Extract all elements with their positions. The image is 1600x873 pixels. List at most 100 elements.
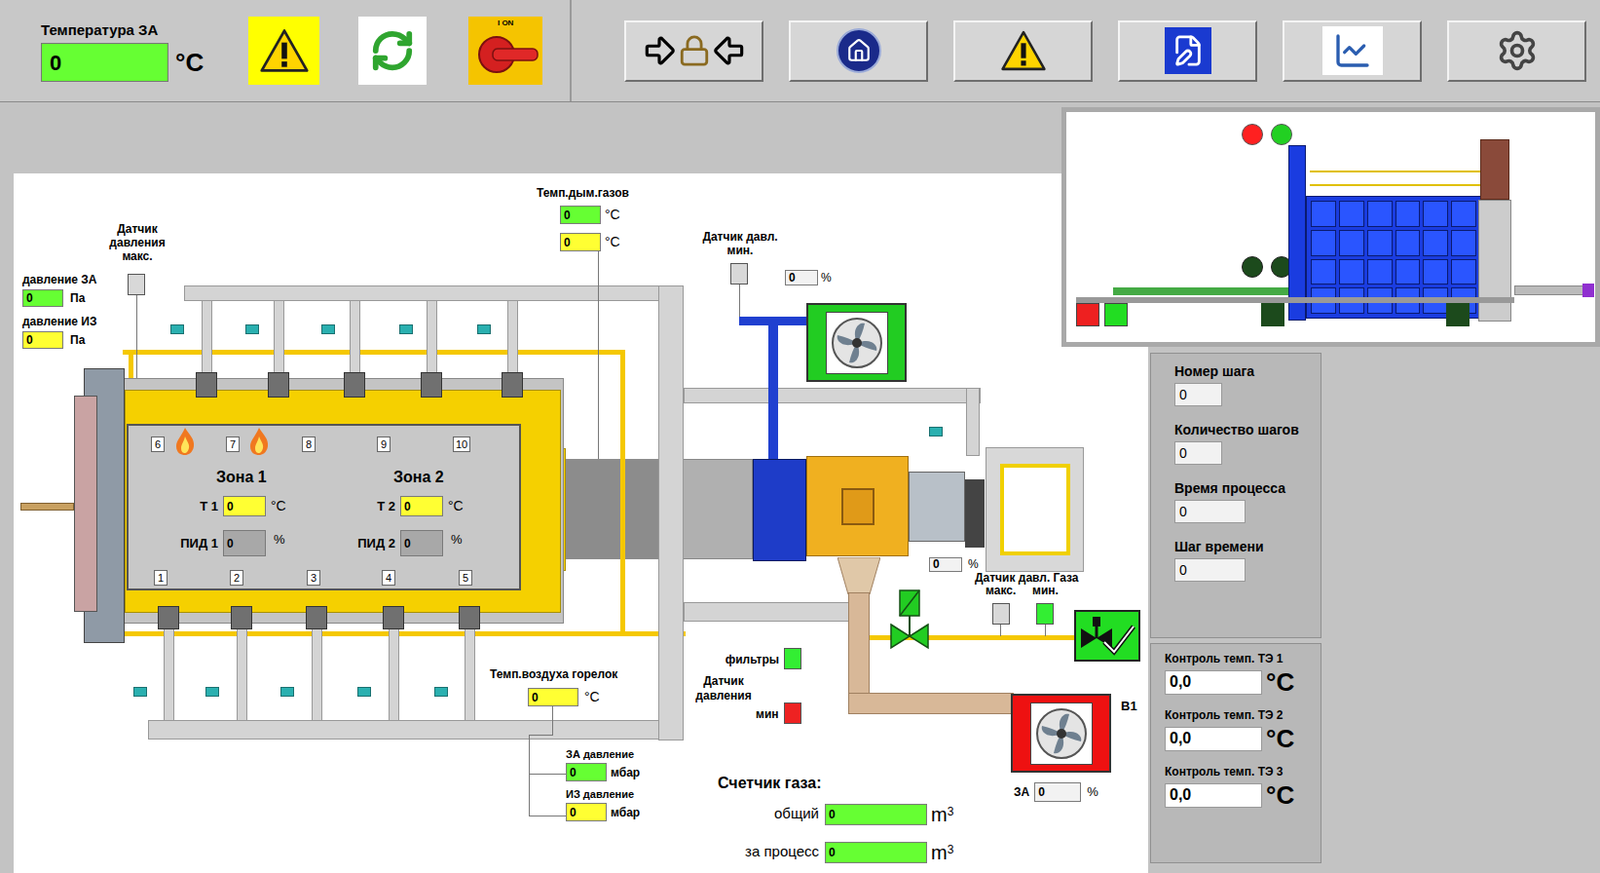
main-switch[interactable]: I ON	[468, 16, 543, 85]
step-item: Шаг времени0	[1174, 538, 1321, 582]
air-pipe	[683, 387, 981, 404]
gas-line-field: 0	[565, 762, 607, 782]
gas-line-label: ЗА давление	[565, 747, 640, 761]
furnace-pressure: давление ИЗ0Па	[22, 314, 97, 349]
heater-control-unit: °C	[1265, 781, 1295, 808]
burner-fitting	[343, 372, 366, 398]
gear-icon	[1495, 29, 1539, 73]
recuperator-reading: 0%	[929, 555, 979, 573]
air-pipe	[388, 626, 400, 722]
air-pipe	[683, 601, 850, 622]
gas-sensor-label: мин.	[1032, 583, 1059, 597]
gas-counter-unit: m3	[930, 842, 954, 862]
body: 12345678910Зона 1Т 10°CПИД 10%Зона 2Т 20…	[0, 102, 1600, 873]
gas-sensor-label: макс.	[985, 583, 1016, 597]
air-damper	[929, 426, 943, 437]
recipe-button[interactable]	[1117, 20, 1258, 82]
refresh-icon	[370, 28, 415, 74]
sensor-indicator	[730, 262, 748, 285]
burner-number: 1	[153, 569, 168, 586]
fan-pressure-field: 0	[784, 269, 819, 286]
exhaust-fan-unit: %	[1086, 781, 1099, 802]
flame-icon	[248, 426, 270, 456]
chimney	[1478, 199, 1512, 322]
gas-line-field: 0	[565, 802, 607, 821]
burner-air-field: 0	[527, 687, 579, 707]
access-button[interactable]	[624, 20, 764, 82]
burner-number: 5	[458, 569, 473, 586]
burner-fitting	[382, 605, 405, 630]
outlet-pipe	[1514, 285, 1585, 296]
gas-counter-field: 0	[824, 803, 928, 825]
recuperator-field: 0	[929, 557, 963, 572]
step-label: Шаг времени	[1174, 538, 1321, 556]
pressure-field: 0	[22, 289, 64, 307]
sensor-indicator	[783, 647, 802, 670]
heater-control-label: Контроль темп. ТЭ 2	[1164, 707, 1321, 723]
leader-line	[739, 284, 741, 321]
pressure-field: 0	[22, 331, 64, 349]
gas-counter-field: 0	[824, 841, 928, 863]
heater-control-unit: °C	[1265, 669, 1295, 695]
document-edit-icon	[1171, 34, 1205, 68]
gas-line-unit: мбар	[610, 763, 640, 782]
settings-button[interactable]	[1447, 20, 1587, 82]
exhaust-fan-label: ЗА	[1013, 782, 1030, 801]
door-rod	[20, 502, 75, 511]
burner-fitting	[267, 372, 290, 398]
exhaust-duct-inner	[560, 458, 659, 559]
fan-pressure-unit: %	[820, 268, 832, 287]
gas-counter-label: общий	[717, 802, 825, 825]
burner-number: 7	[225, 436, 240, 452]
burner-fitting	[157, 605, 180, 630]
zone-title: Зона 1	[216, 466, 287, 488]
pressure-unit: Па	[70, 289, 85, 307]
temperature-block: Температура ЗА0°C	[40, 19, 204, 83]
burner-air-unit: °C	[584, 686, 600, 707]
alarm-indicator[interactable]	[248, 16, 320, 85]
furnace-pressure: давление ЗА0Па	[22, 272, 97, 307]
heat-exchanger	[752, 458, 807, 561]
zone-temp-unit: °C	[270, 495, 287, 517]
platform-rail	[1309, 184, 1486, 187]
flue-gas-reading: 0°C	[559, 231, 621, 253]
leader-line	[528, 815, 568, 817]
flue-gas-label: Темп.дым.газов	[536, 184, 630, 202]
air-damper	[357, 686, 372, 697]
burner-air-label: Темп.воздуха горелок	[489, 665, 618, 683]
zone-pid-unit: %	[273, 529, 286, 550]
support-block	[1446, 302, 1470, 327]
trends-button[interactable]	[1282, 20, 1422, 82]
burner-fitting	[420, 372, 443, 398]
step-label: Номер шага	[1174, 363, 1321, 380]
refresh-button[interactable]	[358, 16, 427, 85]
burner-air-reading: 0°C	[527, 686, 600, 707]
burner-head	[965, 479, 985, 548]
air-manifold-top	[184, 285, 676, 301]
signal-light	[1270, 123, 1293, 146]
heater-control-field: 0,0	[1164, 726, 1263, 751]
gas-counter-row: общий0m3	[717, 802, 954, 825]
warning-icon	[1000, 27, 1047, 75]
step-label: Время процесса	[1174, 480, 1321, 497]
alarms-button[interactable]	[953, 20, 1093, 82]
arrow-right-icon	[640, 32, 678, 70]
zone-block: Зона 1Т 10°CПИД 10%	[169, 466, 287, 557]
gas-valve-icon	[890, 589, 930, 651]
home-button[interactable]	[788, 20, 929, 82]
top-bar: Температура ЗА0°C I ON	[0, 0, 1600, 103]
air-pipe	[426, 297, 438, 376]
chart-icon	[1333, 31, 1373, 71]
filters-label: фильтры	[695, 650, 780, 669]
toolbar	[571, 0, 1587, 102]
recuperator	[806, 455, 909, 557]
pressure-unit: Па	[70, 331, 85, 349]
air-pipe	[236, 626, 248, 722]
air-pipe	[507, 297, 519, 376]
gas-counter-row: за процесс0m3	[717, 840, 954, 863]
marker-block	[1076, 302, 1100, 327]
signal-light	[1241, 123, 1264, 146]
steps-panel: Номер шага0Количество шагов0Время процес…	[1150, 352, 1322, 638]
step-field: 0	[1174, 382, 1223, 407]
air-pipe	[201, 297, 213, 376]
